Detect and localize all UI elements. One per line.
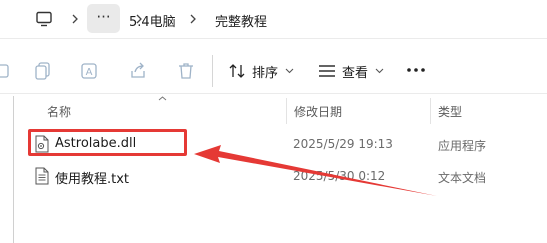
svg-text:A: A bbox=[86, 67, 93, 78]
copy-icon[interactable] bbox=[33, 61, 53, 81]
sort-icon bbox=[229, 64, 245, 78]
file-type: 应用程序 bbox=[438, 139, 487, 153]
share-icon[interactable] bbox=[129, 61, 149, 81]
view-icon bbox=[319, 65, 335, 77]
column-header-type[interactable]: 类型 bbox=[438, 103, 462, 120]
delete-icon[interactable] bbox=[176, 61, 196, 81]
file-modified-date: 2025/5/30 0:12 bbox=[293, 169, 386, 183]
more-options-icon[interactable] bbox=[404, 58, 428, 82]
column-separator[interactable] bbox=[286, 98, 287, 124]
breadcrumb-current[interactable]: 完整教程 bbox=[215, 11, 267, 30]
divider bbox=[0, 38, 547, 39]
column-header-modified[interactable]: 修改日期 bbox=[294, 103, 342, 120]
breadcrumb-item[interactable]: 5.4电脑 bbox=[129, 11, 176, 30]
file-modified-date: 2025/5/29 19:13 bbox=[293, 137, 393, 151]
breadcrumb-overflow-button[interactable]: ··· bbox=[87, 4, 120, 33]
file-type: 文本文档 bbox=[438, 171, 487, 185]
address-bar: ··· 5.4电脑 完整教程 bbox=[0, 0, 547, 38]
file-name: 使用教程.txt bbox=[55, 172, 130, 187]
file-row[interactable]: 使用教程.txt 2025/5/30 0:12 文本文档 bbox=[30, 163, 547, 189]
navigation-pane-border bbox=[13, 96, 14, 243]
column-header-name[interactable]: 名称 bbox=[47, 103, 71, 120]
sort-ascending-icon bbox=[158, 96, 167, 101]
sort-label: 排序 bbox=[252, 65, 279, 81]
toolbar-separator bbox=[212, 55, 213, 87]
chevron-down-icon bbox=[285, 68, 294, 74]
highlight-box bbox=[28, 129, 187, 156]
column-separator[interactable] bbox=[430, 98, 431, 124]
rename-icon[interactable]: A bbox=[80, 61, 100, 81]
chevron-down-icon bbox=[375, 68, 384, 74]
sort-button[interactable]: 排序 bbox=[228, 58, 294, 84]
chevron-right-icon[interactable] bbox=[188, 11, 198, 27]
new-icon[interactable] bbox=[0, 61, 16, 81]
computer-icon[interactable] bbox=[35, 10, 53, 28]
view-button[interactable]: 查看 bbox=[318, 58, 384, 84]
view-label: 查看 bbox=[342, 65, 369, 81]
text-file-icon bbox=[35, 167, 49, 185]
chevron-right-icon[interactable] bbox=[70, 11, 80, 27]
divider bbox=[0, 93, 547, 94]
